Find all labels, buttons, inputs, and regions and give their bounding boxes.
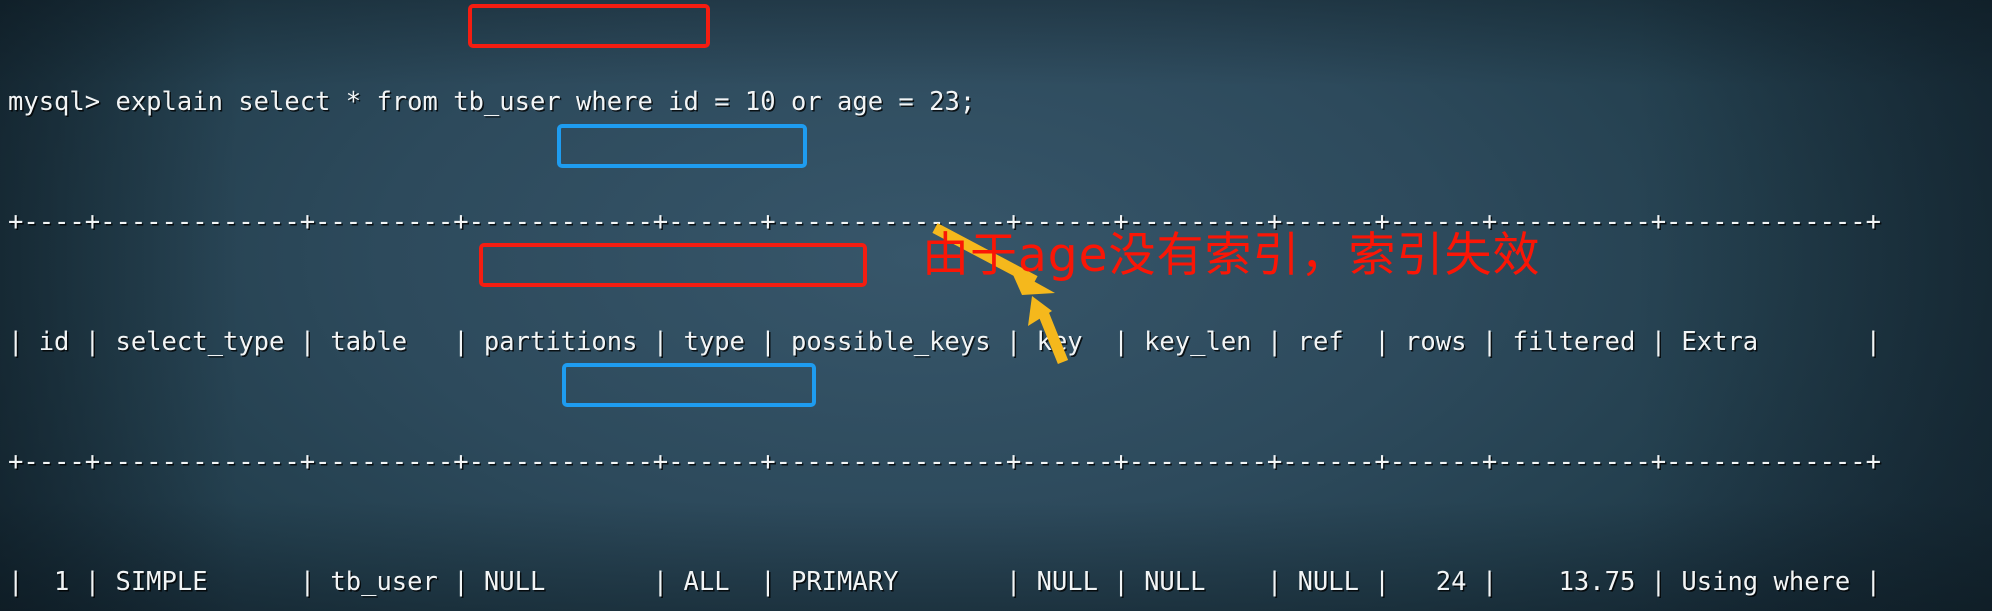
terminal-line: mysql> explain select * from tb_user whe…: [8, 87, 976, 117]
terminal-line: +----+-------------+---------+----------…: [8, 447, 1881, 477]
terminal-line: | id | select_type | table | partitions …: [8, 327, 1881, 357]
terminal-output: mysql> explain select * from tb_user whe…: [8, 2, 1992, 611]
terminal-line: | 1 | SIMPLE | tb_user | NULL | ALL | PR…: [8, 567, 1881, 597]
terminal-screenshot: mysql> explain select * from tb_user whe…: [0, 0, 1992, 611]
annotation-note: 由于age没有索引，索引失效: [922, 228, 1541, 283]
